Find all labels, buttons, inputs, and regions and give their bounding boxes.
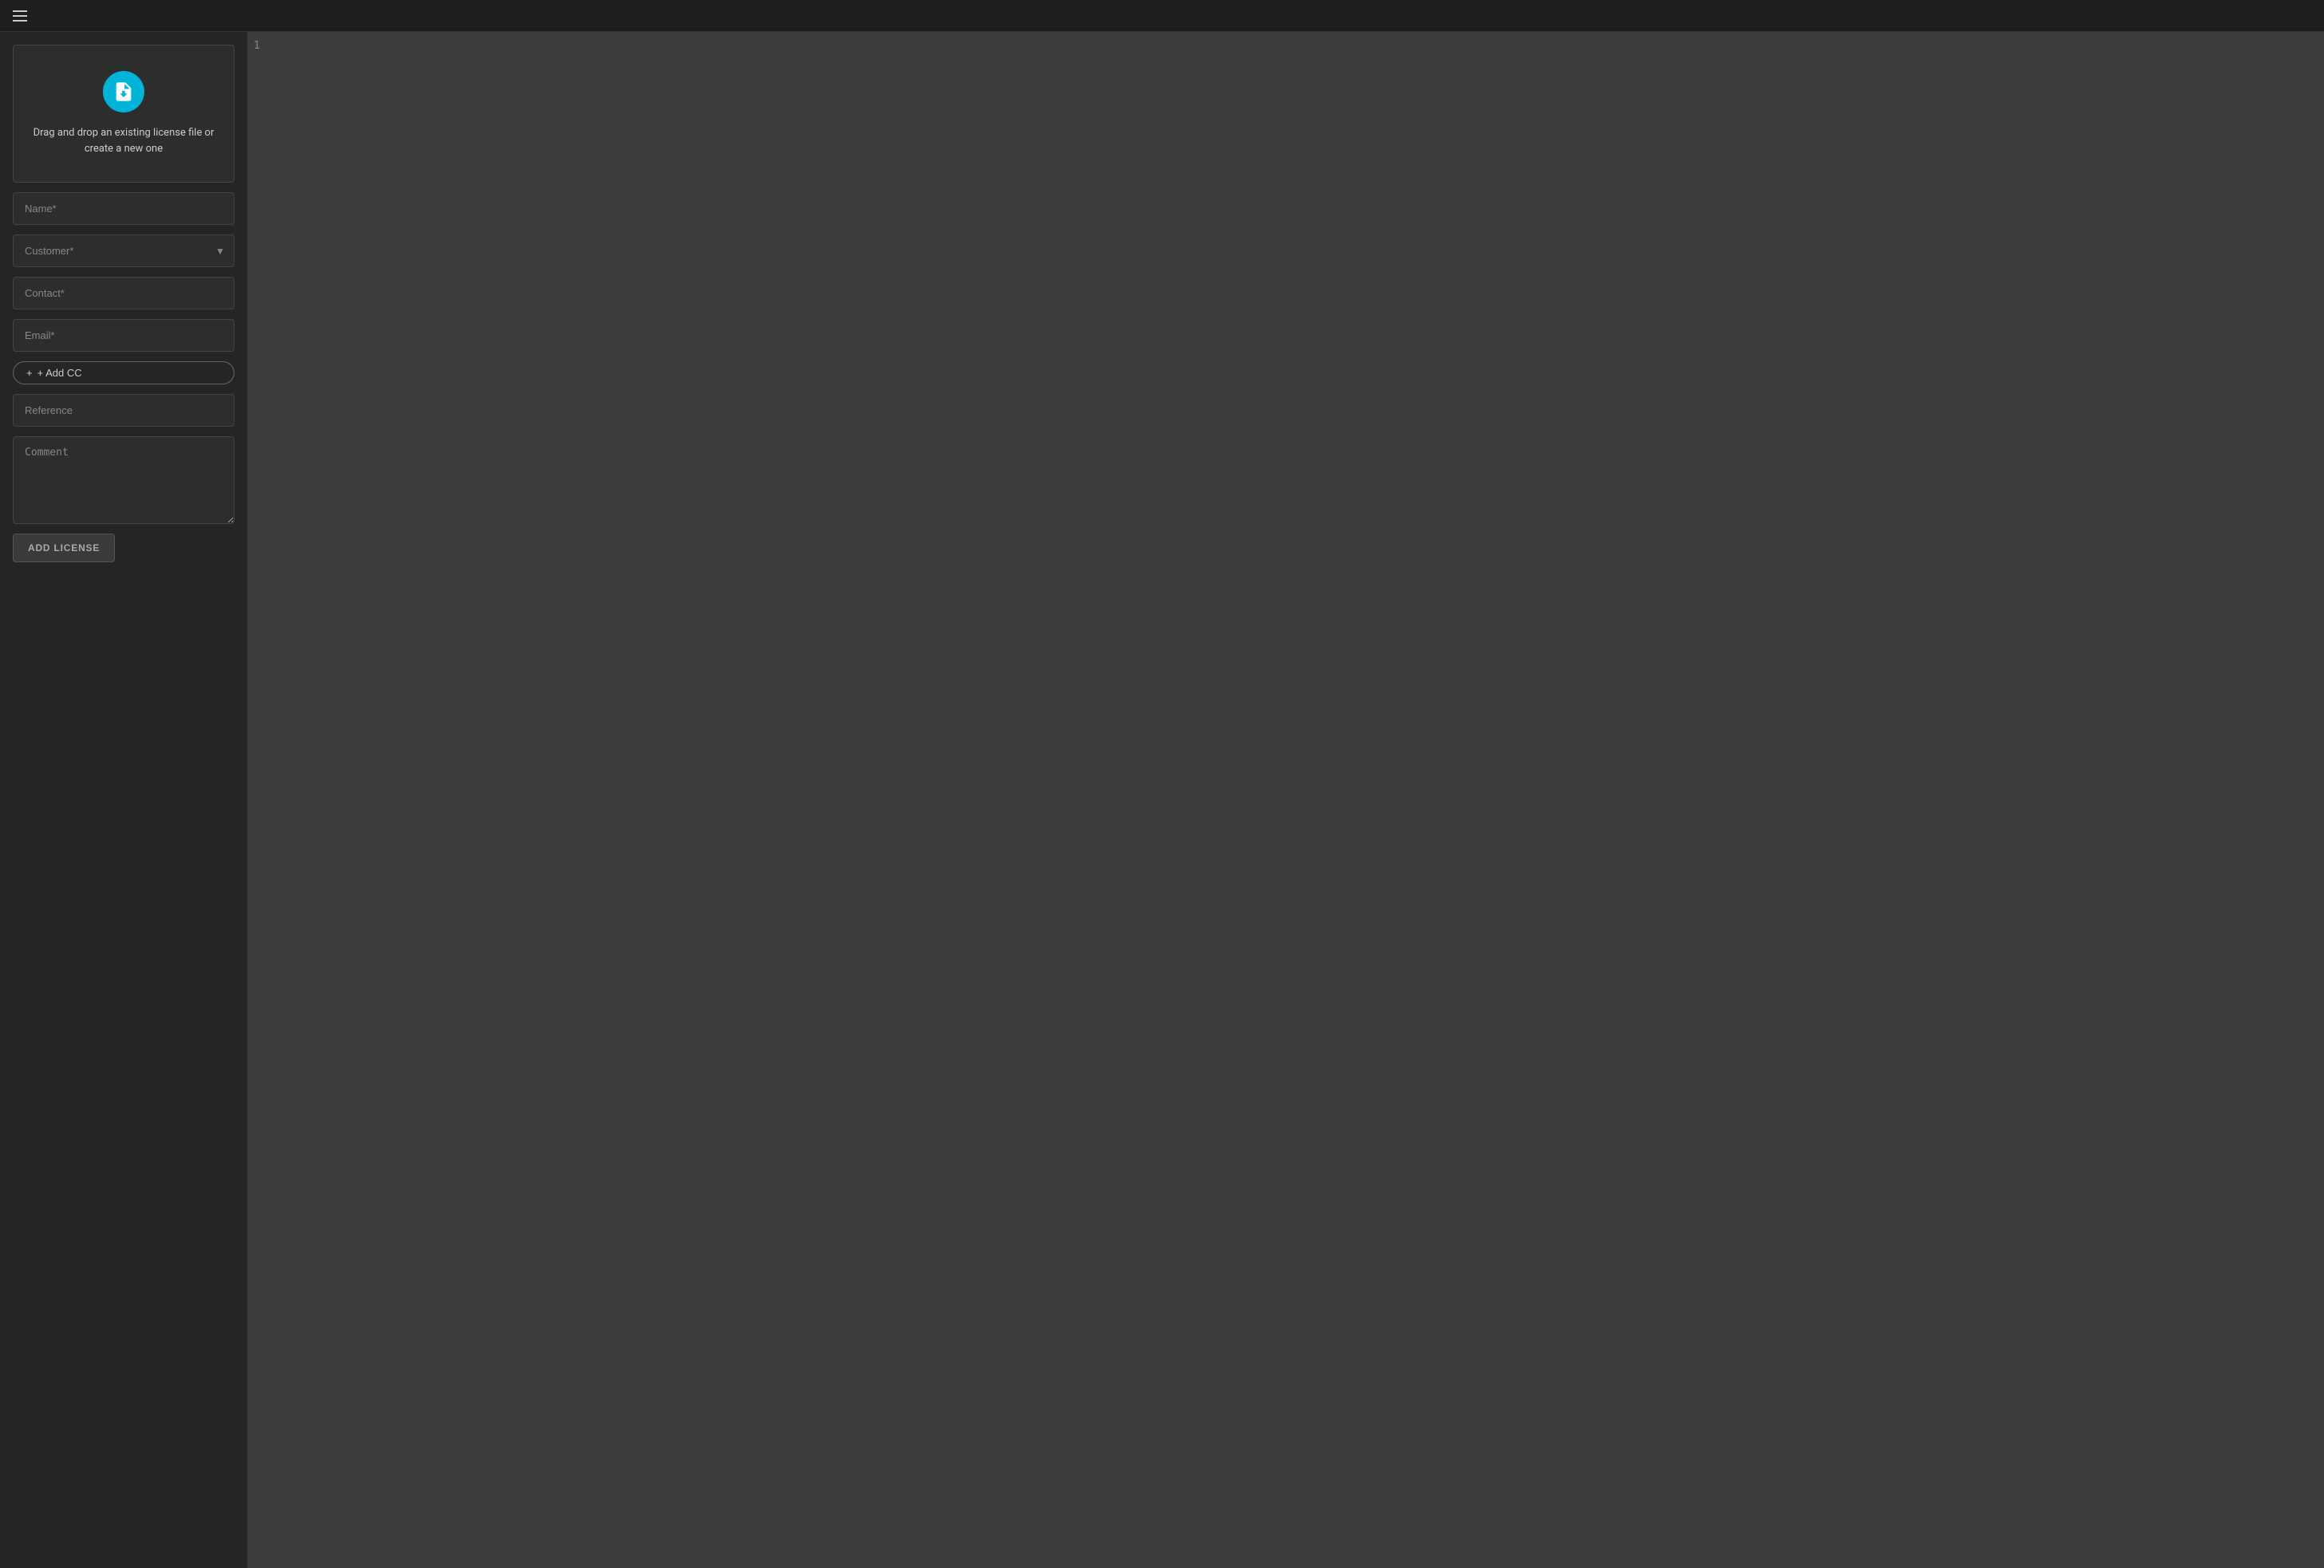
add-cc-button[interactable]: + + Add CC	[13, 361, 234, 384]
drop-zone[interactable]: Drag and drop an existing license file o…	[13, 45, 234, 183]
left-panel: Drag and drop an existing license file o…	[0, 32, 247, 1568]
right-panel: 1	[247, 32, 2324, 1568]
drop-zone-text: Drag and drop an existing license file o…	[26, 125, 221, 156]
line-number: 1	[254, 38, 260, 55]
upload-file-icon	[112, 81, 135, 103]
customer-select-wrapper: Customer* ▼	[13, 234, 234, 267]
contact-input[interactable]	[13, 277, 234, 309]
main-content: Drag and drop an existing license file o…	[0, 32, 2324, 1568]
app-container: Drag and drop an existing license file o…	[0, 0, 2324, 1568]
add-cc-label: + Add CC	[37, 367, 82, 379]
upload-icon-circle	[103, 71, 144, 112]
editor-area[interactable]: 1	[247, 32, 2324, 1568]
reference-input[interactable]	[13, 394, 234, 427]
hamburger-menu-icon[interactable]	[13, 10, 27, 22]
name-input[interactable]	[13, 192, 234, 225]
email-input[interactable]	[13, 319, 234, 352]
plus-icon: +	[26, 367, 33, 379]
add-license-label: ADD LICENSE	[28, 542, 100, 554]
comment-textarea[interactable]	[13, 436, 234, 524]
add-license-button[interactable]: ADD LICENSE	[13, 534, 115, 562]
customer-select[interactable]: Customer*	[13, 234, 234, 267]
top-bar	[0, 0, 2324, 32]
